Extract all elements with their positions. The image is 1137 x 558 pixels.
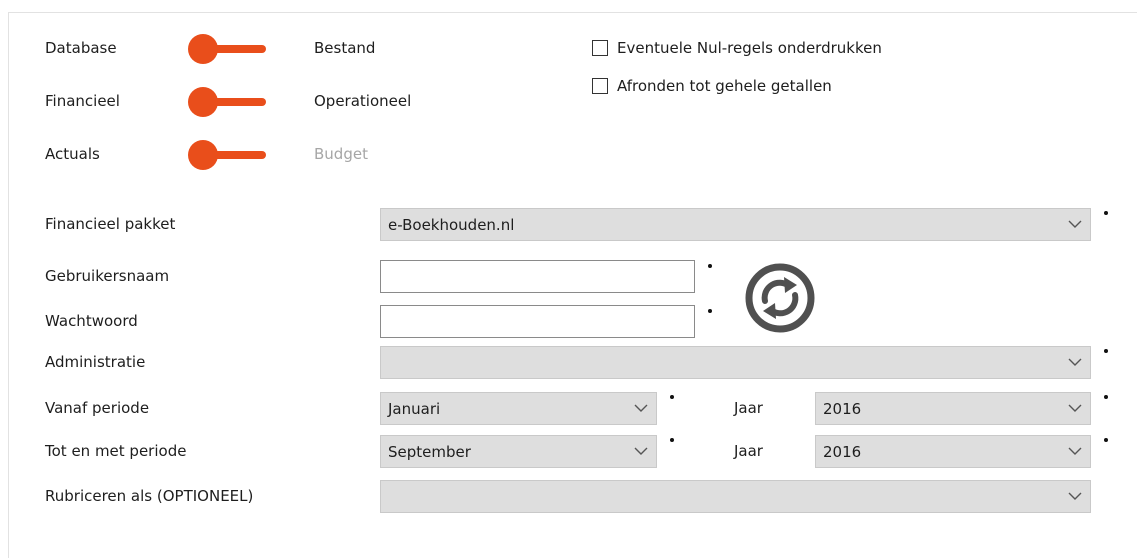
- package-select[interactable]: e-Boekhouden.nl: [380, 208, 1091, 241]
- chevron-down-icon: [1068, 358, 1082, 366]
- username-input[interactable]: [380, 260, 695, 293]
- round-numbers-checkbox[interactable]: Afronden tot gehele getallen: [592, 77, 832, 95]
- password-label: Wachtwoord: [45, 312, 138, 330]
- required-marker: [708, 309, 712, 313]
- chevron-down-icon: [1068, 492, 1082, 500]
- toggle-data[interactable]: [188, 140, 268, 170]
- username-label: Gebruikersnaam: [45, 267, 170, 285]
- administration-label: Administratie: [45, 353, 146, 371]
- classify-label: Rubriceren als (OPTIONEEL): [45, 487, 254, 505]
- to-year-label: Jaar: [734, 442, 763, 460]
- required-marker: [1104, 349, 1108, 353]
- round-numbers-label: Afronden tot gehele getallen: [617, 77, 832, 95]
- toggle-source-right-label: Bestand: [314, 39, 376, 57]
- refresh-icon[interactable]: [744, 262, 816, 334]
- classify-select[interactable]: [380, 480, 1091, 513]
- administration-select[interactable]: [380, 346, 1091, 379]
- chevron-down-icon: [634, 404, 648, 412]
- required-marker: [670, 438, 674, 442]
- required-marker: [708, 264, 712, 268]
- checkbox-box[interactable]: [592, 78, 608, 94]
- toggle-knob[interactable]: [188, 87, 218, 117]
- from-year-select-value: 2016: [823, 400, 862, 418]
- toggle-data-right-label: Budget: [314, 145, 368, 163]
- chevron-down-icon: [1068, 447, 1082, 455]
- from-year-select[interactable]: 2016: [815, 392, 1091, 425]
- required-marker: [670, 395, 674, 399]
- to-year-select-value: 2016: [823, 443, 862, 461]
- chevron-down-icon: [1068, 404, 1082, 412]
- checkbox-box[interactable]: [592, 40, 608, 56]
- suppress-zero-rows-checkbox[interactable]: Eventuele Nul-regels onderdrukken: [592, 39, 882, 57]
- from-year-label: Jaar: [734, 399, 763, 417]
- toggle-type-left-label: Financieel: [45, 92, 120, 110]
- toggle-knob[interactable]: [188, 34, 218, 64]
- toggle-type[interactable]: [188, 87, 268, 117]
- to-period-label: Tot en met periode: [45, 442, 187, 460]
- toggle-type-right-label: Operationeel: [314, 92, 412, 110]
- from-period-select-value: Januari: [388, 400, 441, 418]
- toggle-source-left-label: Database: [45, 39, 117, 57]
- package-label: Financieel pakket: [45, 215, 176, 233]
- required-marker: [1104, 438, 1108, 442]
- to-period-select[interactable]: September: [380, 435, 657, 468]
- package-select-value: e-Boekhouden.nl: [388, 216, 515, 234]
- to-year-select[interactable]: 2016: [815, 435, 1091, 468]
- chevron-down-icon: [634, 447, 648, 455]
- toggle-data-left-label: Actuals: [45, 145, 100, 163]
- chevron-down-icon: [1068, 220, 1082, 228]
- toggle-source[interactable]: [188, 34, 268, 64]
- password-input[interactable]: [380, 305, 695, 338]
- from-period-select[interactable]: Januari: [380, 392, 657, 425]
- required-marker: [1104, 395, 1108, 399]
- from-period-label: Vanaf periode: [45, 399, 150, 417]
- required-marker: [1104, 211, 1108, 215]
- suppress-zero-rows-label: Eventuele Nul-regels onderdrukken: [617, 39, 882, 57]
- to-period-select-value: September: [388, 443, 471, 461]
- toggle-knob[interactable]: [188, 140, 218, 170]
